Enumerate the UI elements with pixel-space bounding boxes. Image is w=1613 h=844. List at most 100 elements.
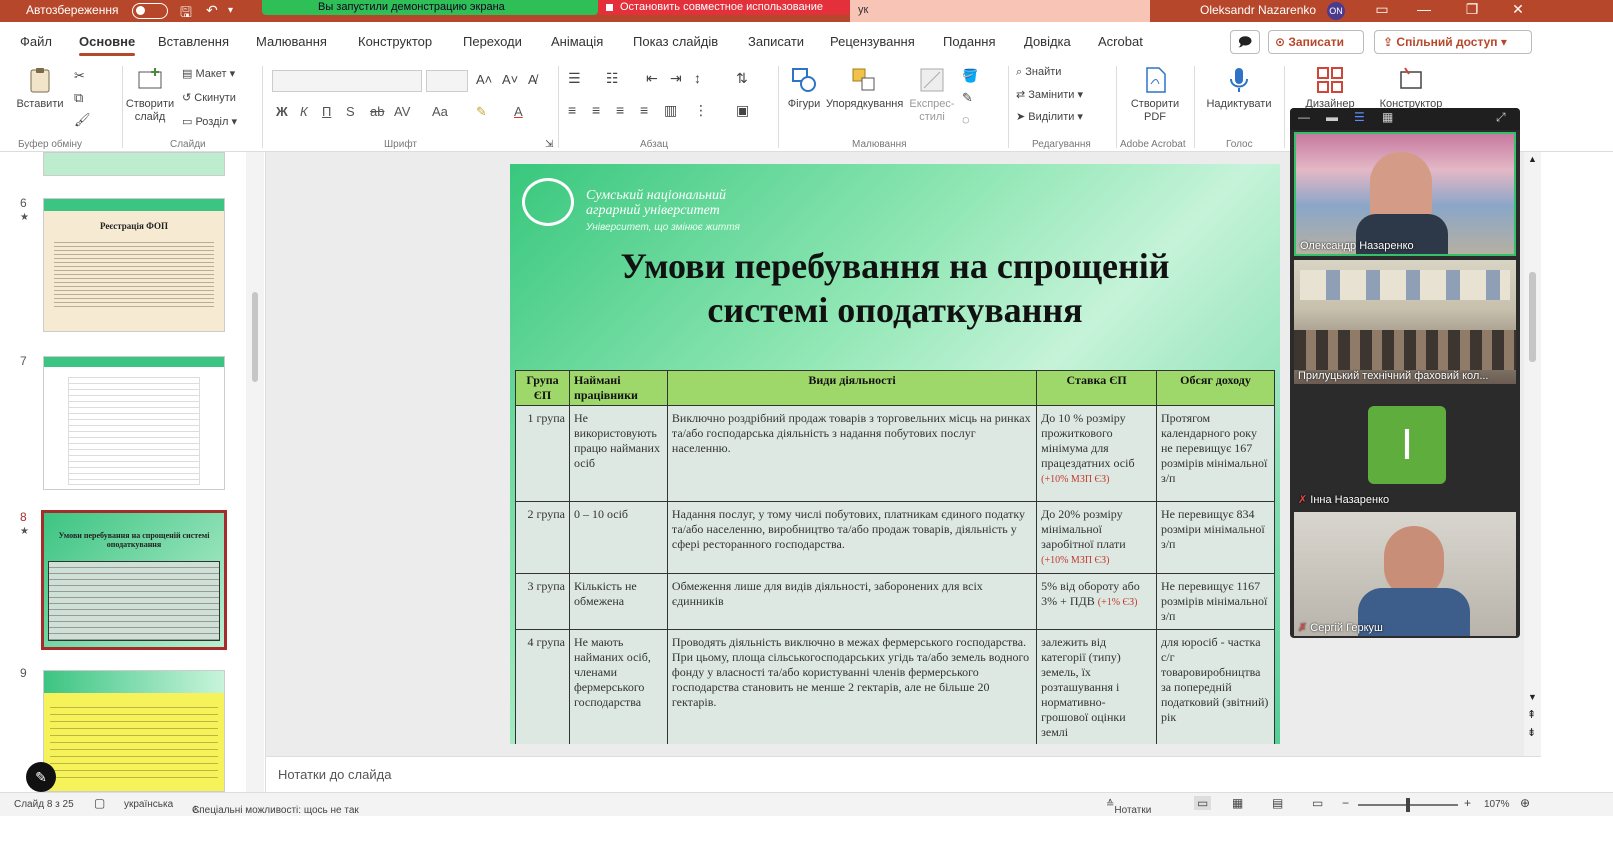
scroll-down-icon[interactable]: ▼: [1528, 692, 1537, 702]
slide-title[interactable]: Умови перебування на спрощеній системі о…: [530, 244, 1260, 332]
section-button[interactable]: ▭ Розділ ▾: [182, 115, 237, 128]
indent-decrease-icon[interactable]: ⇤: [646, 70, 658, 87]
designer-button[interactable]: Дизайнер: [1300, 66, 1360, 111]
format-painter-icon[interactable]: 🖌: [74, 112, 91, 128]
video-tile[interactable]: ✗ Сергій Геркуш: [1294, 512, 1516, 636]
share-button[interactable]: ⇪ Спільний доступ ▾: [1374, 30, 1532, 54]
tab-help[interactable]: Довідка: [1024, 34, 1071, 49]
italic-button[interactable]: К: [300, 104, 308, 119]
video-tile[interactable]: Олександр Назаренко: [1294, 132, 1516, 256]
strikethrough-icon[interactable]: ab: [370, 104, 384, 119]
zoom-in-icon[interactable]: +: [1464, 796, 1471, 810]
layout-button[interactable]: ▤ Макет ▾: [182, 67, 235, 80]
tab-draw[interactable]: Малювання: [256, 34, 327, 49]
line-spacing-icon[interactable]: ↕: [694, 70, 701, 86]
scrollbar-thumb[interactable]: [252, 292, 258, 382]
chevron-down-icon[interactable]: ▾: [228, 5, 233, 16]
copy-icon[interactable]: ⧉: [74, 90, 83, 106]
avatar[interactable]: ON: [1327, 2, 1345, 20]
change-case-icon[interactable]: Aa: [432, 104, 448, 119]
shape-effects-icon[interactable]: ◌: [962, 112, 970, 127]
highlight-icon[interactable]: ✎: [476, 104, 487, 120]
align-text-icon[interactable]: ⋮: [694, 102, 708, 119]
new-slide-button[interactable]: Створити слайд: [124, 66, 176, 124]
find-button[interactable]: ⌕ Знайти: [1016, 66, 1061, 79]
fit-to-window-icon[interactable]: ⊕: [1520, 796, 1530, 810]
align-center-icon[interactable]: ≡: [592, 102, 600, 118]
slide-sorter-icon[interactable]: ▦: [1232, 796, 1243, 810]
replace-button[interactable]: ⇄ Замінити ▾: [1016, 88, 1083, 101]
strip-view-icon[interactable]: ☰: [1354, 110, 1365, 124]
char-spacing-icon[interactable]: AV: [394, 104, 410, 119]
tab-design[interactable]: Конструктор: [358, 34, 432, 49]
language-indicator[interactable]: українська: [124, 799, 173, 810]
grow-font-icon[interactable]: A˄: [476, 72, 492, 87]
tab-transitions[interactable]: Переходи: [463, 34, 522, 49]
bullets-icon[interactable]: ☰: [568, 70, 581, 87]
shape-outline-icon[interactable]: ✎: [962, 90, 973, 106]
spellcheck-icon[interactable]: ▢: [94, 796, 105, 810]
previous-slide-icon[interactable]: ⇞: [1527, 708, 1536, 721]
tab-view[interactable]: Подання: [943, 34, 996, 49]
comments-button[interactable]: 🗩: [1230, 30, 1260, 54]
select-button[interactable]: ➤ Виділити ▾: [1016, 110, 1083, 123]
thumbnails-scrollbar[interactable]: [246, 152, 264, 792]
clear-format-icon[interactable]: A̸: [528, 72, 537, 87]
tab-file[interactable]: Файл: [20, 34, 52, 49]
tax-groups-table[interactable]: Група ЄП Наймані працівники Види діяльно…: [515, 370, 1276, 744]
stop-sharing-button[interactable]: Остановить совместное использование: [598, 0, 850, 15]
dialog-launcher-icon[interactable]: ⇲: [545, 139, 553, 150]
restore-icon[interactable]: ❐: [1452, 1, 1492, 18]
tab-record[interactable]: Записати: [748, 34, 804, 49]
font-color-icon[interactable]: A: [514, 104, 523, 119]
arrange-button[interactable]: Упорядкування: [826, 66, 903, 111]
autosave-toggle[interactable]: [132, 3, 168, 19]
quick-styles-button[interactable]: Експрес-стилі: [904, 66, 960, 124]
tab-animations[interactable]: Анімація: [551, 34, 603, 49]
align-right-icon[interactable]: ≡: [616, 102, 624, 118]
undo-icon[interactable]: ↶: [206, 2, 218, 19]
zoom-level[interactable]: 107%: [1484, 799, 1510, 810]
slide-thumbnail-8[interactable]: Умови перебування на спрощеній системі о…: [41, 510, 227, 650]
video-tile[interactable]: Прилуцький технічний фаховий кол...: [1294, 260, 1516, 384]
shape-fill-icon[interactable]: 🪣: [962, 68, 978, 84]
justify-icon[interactable]: ≡: [640, 102, 648, 118]
indent-increase-icon[interactable]: ⇥: [670, 70, 682, 87]
align-left-icon[interactable]: ≡: [568, 102, 576, 118]
current-slide[interactable]: Сумський національний аграрний університ…: [510, 164, 1280, 744]
reset-button[interactable]: ↺ Скинути: [182, 91, 236, 104]
next-slide-icon[interactable]: ⇟: [1527, 726, 1536, 739]
tab-home[interactable]: Основне: [79, 34, 136, 56]
grid-view-icon[interactable]: ▦: [1382, 110, 1393, 124]
video-tile[interactable]: І ✗ Інна Назаренко: [1294, 388, 1516, 508]
ribbon-display-icon[interactable]: ▭: [1362, 1, 1402, 18]
pen-icon[interactable]: ✎: [26, 762, 56, 792]
tab-review[interactable]: Рецензування: [830, 34, 915, 49]
tab-acrobat[interactable]: Acrobat: [1098, 34, 1143, 49]
normal-view-icon[interactable]: ▭: [1194, 796, 1212, 810]
font-size-box[interactable]: [426, 70, 468, 92]
notes-button[interactable]: ≙ Нотатки: [1106, 799, 1151, 816]
slide-thumbnail-5[interactable]: [43, 152, 225, 176]
reading-view-icon[interactable]: ▤: [1272, 796, 1283, 810]
notes-pane[interactable]: Нотатки до слайда: [266, 756, 1541, 792]
minimize-icon[interactable]: —: [1298, 110, 1310, 124]
user-name[interactable]: Oleksandr Nazarenko: [1200, 3, 1316, 17]
columns-icon[interactable]: ▥: [664, 102, 677, 119]
slide-thumbnail-6[interactable]: Реєстрація ФОП: [43, 198, 225, 332]
bold-button[interactable]: Ж: [276, 104, 288, 119]
numbering-icon[interactable]: ☷: [606, 70, 619, 87]
tab-insert[interactable]: Вставлення: [158, 34, 229, 49]
text-direction-icon[interactable]: ⇅: [736, 70, 748, 87]
editor-scrollbar[interactable]: ▲ ▼ ⇞ ⇟: [1524, 152, 1541, 756]
slideshow-icon[interactable]: ▭: [1312, 796, 1323, 810]
expand-icon[interactable]: ⤢: [1496, 110, 1506, 125]
slide-thumbnail-7[interactable]: [43, 356, 225, 490]
tab-slideshow[interactable]: Показ слайдів: [633, 34, 718, 49]
scrollbar-thumb[interactable]: [1529, 272, 1536, 362]
zoom-out-icon[interactable]: −: [1342, 796, 1349, 810]
search-box[interactable]: ук: [850, 0, 1150, 22]
cut-icon[interactable]: ✂: [74, 68, 85, 84]
underline-button[interactable]: П: [322, 104, 331, 119]
record-button[interactable]: ⊙ Записати: [1268, 30, 1364, 54]
